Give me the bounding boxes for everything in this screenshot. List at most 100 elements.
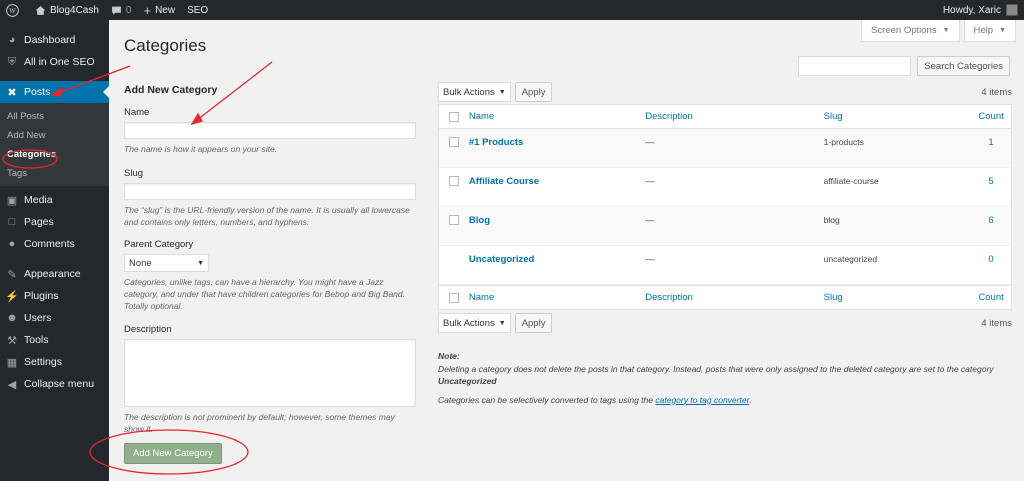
sidebar-item-users[interactable]: ☻ Users	[0, 307, 109, 329]
description-help: The description is not prominent by defa…	[124, 412, 395, 434]
name-label: Name	[124, 107, 150, 118]
note-converter-text: Categories can be selectively converted …	[438, 394, 653, 405]
column-footer-count[interactable]: Count	[971, 292, 1011, 303]
category-name-link[interactable]: Uncategorized	[469, 254, 645, 265]
row-checkbox[interactable]	[448, 176, 459, 186]
admin-bar: W Blog4Cash 0 + New SEO Howdy, Xaric	[0, 0, 1024, 20]
dashboard-icon: ◕	[8, 34, 16, 46]
category-slug: 1-products	[823, 137, 864, 147]
category-count-link[interactable]: 0	[971, 254, 1011, 265]
search-input[interactable]	[798, 56, 912, 76]
tablenav-bottom: Bulk Actions ▼ Apply 4 items	[438, 313, 1012, 333]
table-row: Blog — blog 6	[439, 207, 1011, 246]
pushpin-icon: ✖	[7, 86, 17, 99]
column-footer-name[interactable]: Name	[469, 292, 645, 303]
caret-down-icon: ▼	[197, 259, 204, 267]
parent-category-label: Parent Category	[124, 239, 194, 250]
slug-input[interactable]	[124, 183, 416, 200]
apply-button[interactable]: Apply	[514, 82, 553, 102]
parent-category-value: None	[129, 257, 152, 269]
sidebar-subitem-all-posts[interactable]: All Posts	[0, 107, 109, 126]
account-menu[interactable]: Howdy, Xaric	[943, 4, 1024, 16]
sidebar-subitem-add-new[interactable]: Add New	[0, 126, 109, 145]
sidebar-subitem-tags[interactable]: Tags	[0, 164, 109, 183]
category-count-link[interactable]: 1	[971, 137, 1011, 148]
new-content-link[interactable]: + New	[137, 0, 181, 20]
bulk-actions-select[interactable]: Bulk Actions ▼	[438, 82, 511, 102]
howdy-text: Howdy, Xaric	[942, 4, 1001, 16]
media-icon: ▣	[6, 194, 18, 207]
sidebar-item-plugins[interactable]: ⚡ Plugins	[0, 285, 109, 307]
category-name-link[interactable]: #1 Products	[469, 137, 645, 148]
sidebar-item-dashboard[interactable]: ◕ Dashboard	[0, 29, 109, 51]
row-checkbox[interactable]	[448, 215, 459, 225]
note-title: Note:	[438, 351, 460, 361]
category-count-link[interactable]: 6	[971, 215, 1011, 226]
sidebar-item-label: Comments	[24, 238, 75, 250]
category-name-link[interactable]: Affiliate Course	[469, 176, 645, 187]
sidebar-item-seo[interactable]: ⛨ All in One SEO	[0, 51, 109, 73]
column-footer-slug[interactable]: Slug	[824, 292, 971, 303]
tablenav-top: Bulk Actions ▼ Apply 4 items	[438, 82, 1012, 102]
column-footer-description[interactable]: Description	[645, 292, 823, 303]
sidebar-item-appearance[interactable]: ✎ Appearance	[0, 263, 109, 285]
description-textarea[interactable]	[124, 339, 416, 407]
sidebar-item-label: Settings	[24, 356, 62, 368]
categories-table: Name Description Slug Count #1 Products …	[438, 104, 1012, 310]
site-name-link[interactable]: Blog4Cash	[29, 0, 105, 20]
screen-meta-links: Screen Options ▼ Help ▼	[861, 20, 1016, 42]
column-header-count[interactable]: Count	[971, 111, 1011, 122]
bulk-actions-label: Bulk Actions	[443, 317, 495, 329]
apply-button[interactable]: Apply	[514, 313, 553, 333]
shield-icon: ⛨	[7, 55, 17, 68]
pages-icon: □	[8, 216, 16, 228]
sidebar-subitem-categories[interactable]: Categories	[0, 145, 109, 164]
table-row: #1 Products — 1-products 1	[439, 129, 1011, 168]
form-title: Add New Category	[124, 84, 218, 96]
note-section: Note: Deleting a category does not delet…	[438, 350, 1012, 406]
sidebar-item-settings[interactable]: ▦ Settings	[0, 351, 109, 373]
column-header-slug[interactable]: Slug	[824, 111, 971, 122]
admin-sidebar: ◕ Dashboard ⛨ All in One SEO ✖ Posts All…	[0, 20, 109, 481]
bulk-actions-select[interactable]: Bulk Actions ▼	[438, 313, 511, 333]
seo-link[interactable]: SEO	[181, 0, 214, 20]
category-name-link[interactable]: Blog	[469, 215, 645, 226]
sidebar-item-pages[interactable]: □ Pages	[0, 211, 109, 233]
sidebar-item-comments[interactable]: ● Comments	[0, 233, 109, 255]
sidebar-item-label: Collapse menu	[24, 378, 95, 390]
category-description: —	[645, 215, 655, 226]
new-label: New	[155, 4, 176, 16]
items-count: 4 items	[981, 86, 1012, 98]
comments-link[interactable]: 0	[105, 0, 138, 20]
select-all-checkbox[interactable]	[448, 292, 459, 303]
category-description: —	[645, 137, 655, 148]
row-checkbox[interactable]	[448, 137, 459, 147]
screen-options-button[interactable]: Screen Options ▼	[861, 20, 960, 42]
parent-category-select[interactable]: None ▼	[124, 254, 209, 272]
name-input[interactable]	[124, 122, 416, 139]
column-header-description[interactable]: Description	[645, 111, 823, 122]
caret-down-icon: ▼	[999, 27, 1006, 34]
sidebar-item-posts[interactable]: ✖ Posts	[0, 81, 109, 103]
settings-icon: ▦	[6, 356, 18, 369]
plus-icon: +	[143, 2, 152, 18]
parent-category-help: Categories, unlike tags, can have a hier…	[124, 277, 406, 311]
category-to-tag-converter-link[interactable]: category to tag converter	[655, 395, 749, 405]
caret-down-icon: ▼	[498, 319, 506, 327]
category-count-link[interactable]: 5	[971, 176, 1011, 187]
search-categories-button[interactable]: Search Categories	[917, 56, 1010, 76]
name-help: The name is how it appears on your site.	[124, 144, 278, 154]
sidebar-item-label: Plugins	[24, 290, 59, 302]
help-button[interactable]: Help ▼	[963, 20, 1016, 42]
sidebar-item-tools[interactable]: ⚒ Tools	[0, 329, 109, 351]
wordpress-logo-icon[interactable]: W	[0, 0, 29, 20]
page-title: Categories	[124, 36, 207, 55]
sidebar-collapse-menu[interactable]: ◀ Collapse menu	[0, 373, 109, 395]
sidebar-item-media[interactable]: ▣ Media	[0, 189, 109, 211]
add-new-category-button[interactable]: Add New Category	[124, 443, 222, 464]
note-uncategorized: Uncategorized	[438, 376, 497, 386]
sidebar-item-label: Users	[24, 312, 52, 324]
column-header-name[interactable]: Name	[469, 111, 645, 122]
select-all-checkbox[interactable]	[448, 111, 459, 122]
home-icon	[35, 5, 46, 15]
